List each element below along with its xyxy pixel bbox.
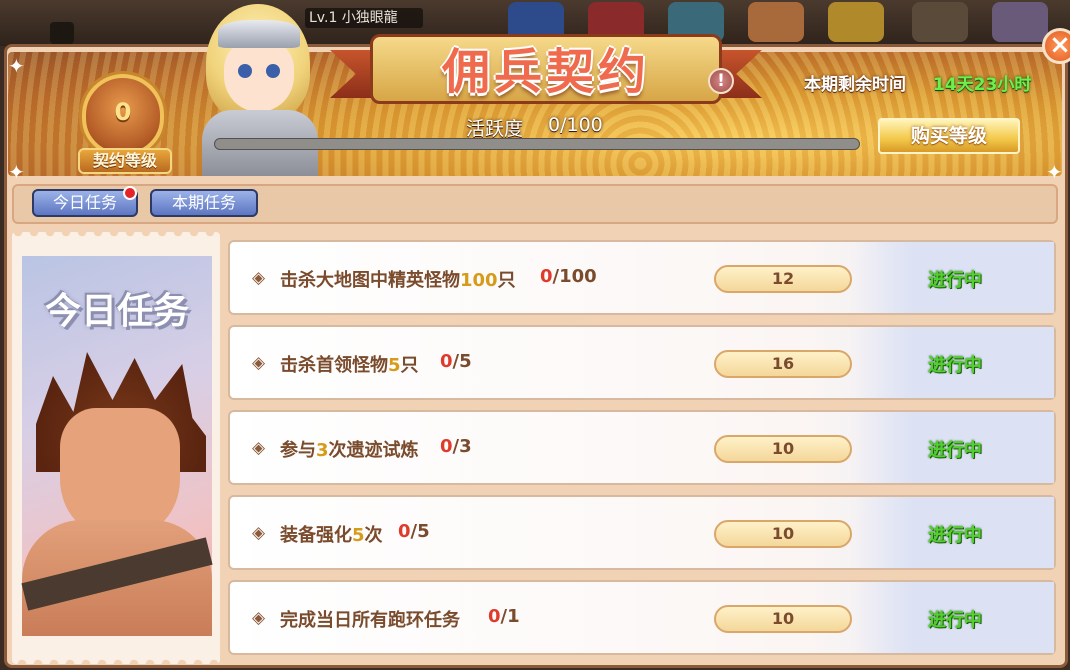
hud-menu-button[interactable] (50, 22, 74, 44)
task-status: 进行中 (928, 610, 982, 631)
activity-reward: 10 (714, 605, 852, 633)
remaining-time-value: 14天23小时 (933, 75, 1032, 95)
task-name: 击杀大地图中精英怪物100只 (280, 270, 516, 291)
task-progress: 0/3 (440, 436, 472, 457)
activity-label: 活跃度 (466, 118, 524, 140)
task-status: 进行中 (928, 525, 982, 546)
task-status: 进行中 (928, 355, 982, 376)
task-name: 完成当日所有跑环任务 (280, 610, 460, 631)
task-row[interactable]: ◈ 击杀首领怪物5只 0/5 16 进行中 (228, 325, 1056, 400)
heroine-portrait (196, 0, 322, 178)
info-icon[interactable]: ! (708, 68, 734, 94)
contract-level-value: 0 (114, 98, 132, 126)
activity-reward: 10 (714, 435, 852, 463)
warrior-face (60, 408, 180, 538)
task-progress: 0/5 (398, 521, 430, 542)
task-name: 击杀首领怪物5只 (280, 355, 419, 376)
player-level-label: Lv.1 小独眼龍 (305, 8, 423, 28)
sparkle-icon: ✦ (8, 160, 25, 184)
contract-level-badge: 0 契约等级 (58, 64, 188, 174)
remaining-time-label: 本期剩余时间 (804, 75, 906, 95)
sparkle-icon: ✦ (8, 54, 25, 78)
activity-progress-bar (214, 138, 860, 150)
page-title: 佣兵契约 (441, 44, 650, 100)
activity-reward: 16 (714, 350, 852, 378)
task-status: 进行中 (928, 440, 982, 461)
activity-reward: 12 (714, 265, 852, 293)
scales-icon[interactable] (912, 2, 968, 42)
task-row[interactable]: ◈ 击杀大地图中精英怪物100只 0/100 12 进行中 (228, 240, 1056, 315)
activity-value: 0/100 (548, 114, 603, 136)
diamond-icon: ◈ (252, 438, 266, 458)
heroine-helmet (218, 20, 300, 48)
task-row[interactable]: ◈ 装备强化5次 0/5 10 进行中 (228, 495, 1056, 570)
heroine-face (224, 40, 294, 112)
task-row[interactable]: ◈ 参与3次遗迹试炼 0/3 10 进行中 (228, 410, 1056, 485)
diamond-icon: ◈ (252, 608, 266, 628)
tab-period-tasks[interactable]: 本期任务 (150, 189, 258, 217)
activity-reward: 10 (714, 520, 852, 548)
side-card-title: 今日任务 (44, 291, 189, 332)
task-progress: 0/1 (488, 606, 520, 627)
title-ribbon: 佣兵契约 (330, 26, 762, 110)
task-row[interactable]: ◈ 完成当日所有跑环任务 0/1 10 进行中 (228, 580, 1056, 655)
diamond-icon: ◈ (252, 353, 266, 373)
heroine-eye (238, 64, 252, 78)
buy-level-button[interactable]: 购买等级 (878, 118, 1020, 154)
task-progress: 0/100 (540, 266, 597, 287)
task-name: 参与3次遗迹试炼 (280, 440, 419, 461)
diamond-icon: ◈ (252, 523, 266, 543)
heroine-eye (266, 64, 280, 78)
task-name: 装备强化5次 (280, 525, 383, 546)
task-status: 进行中 (928, 270, 982, 291)
crown-icon[interactable] (828, 2, 884, 42)
task-progress: 0/5 (440, 351, 472, 372)
cards-icon[interactable] (992, 2, 1048, 42)
sparkle-icon: ✦ (1046, 160, 1063, 184)
contract-level-label: 契约等级 (78, 148, 172, 174)
close-icon[interactable]: × (1042, 28, 1070, 64)
notification-dot-icon (123, 186, 137, 200)
diamond-icon: ◈ (252, 268, 266, 288)
